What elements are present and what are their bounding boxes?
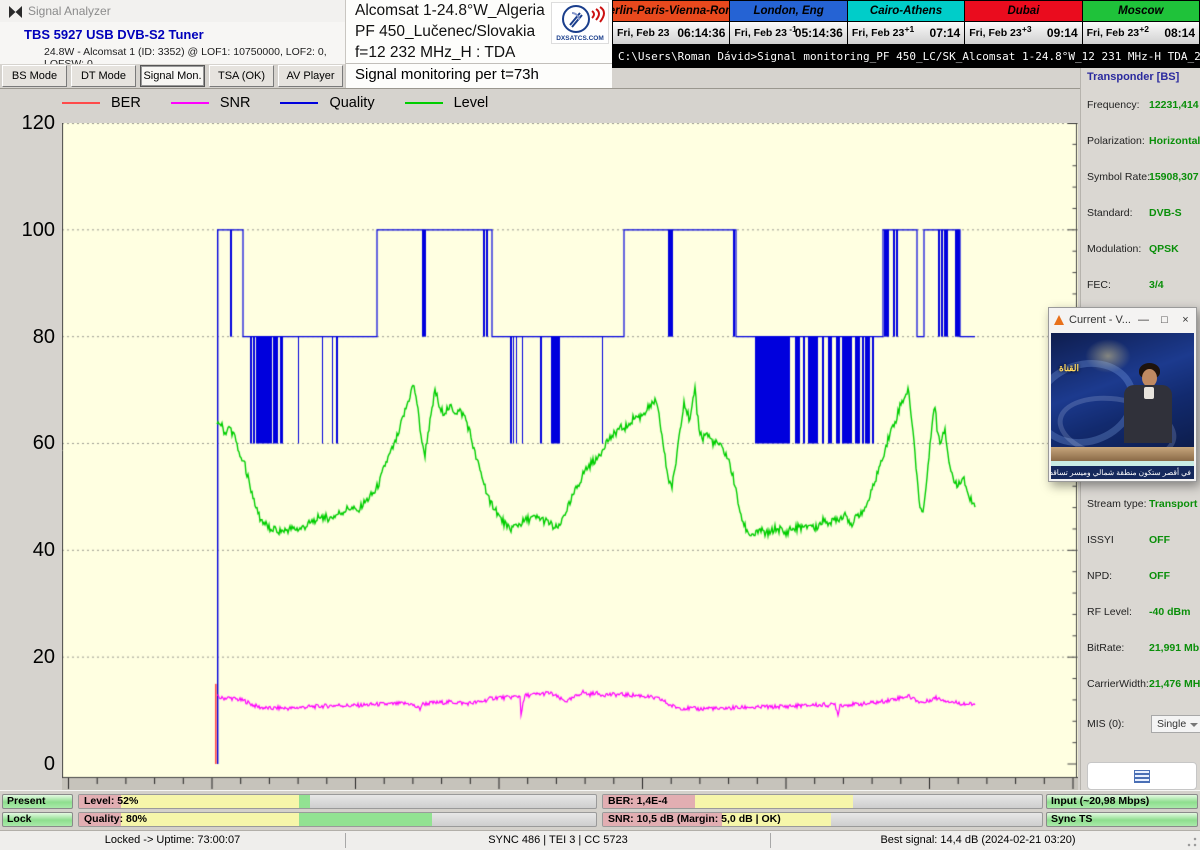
y-axis-tick-label: 120: [0, 112, 55, 135]
mis-dropdown[interactable]: Single: [1151, 715, 1200, 733]
clock-berlin: Berlin-Paris-Vienna-Roma Fri, Feb 23 06:…: [613, 1, 730, 44]
close-button[interactable]: ×: [1175, 308, 1196, 332]
field-modulation: Modulation:QPSK: [1087, 243, 1197, 257]
snr-progress-bar: SNR: 10,5 dB (Margin: 5,0 dB | OK): [602, 812, 1043, 827]
logo-text: DXSATCS.COM: [552, 35, 608, 42]
app-icon: [9, 5, 22, 23]
app-titlebar: Signal Analyzer: [0, 0, 345, 23]
uptime-status: Locked -> Uptime: 73:00:07: [0, 831, 345, 850]
tab-tsa[interactable]: TSA (OK): [209, 65, 274, 87]
clock-time-row: Fri, Feb 23 +3 09:14: [965, 22, 1081, 44]
clock-moscow: Moscow Fri, Feb 23 +2 08:14: [1083, 1, 1199, 44]
field-rf-level: RF Level:-40 dBm: [1087, 606, 1197, 620]
quality-progress-bar: Quality: 80%: [78, 812, 597, 827]
panel-bottom-button[interactable]: [1087, 762, 1197, 790]
minimize-button[interactable]: —: [1133, 308, 1154, 332]
snr-line-swatch: [171, 102, 209, 104]
resize-grip[interactable]: [1186, 836, 1198, 848]
legend-ber: BER: [62, 95, 141, 111]
chevron-down-icon: [1190, 723, 1198, 727]
clock-city: Moscow: [1083, 1, 1199, 22]
satellite-dish-icon: [552, 3, 608, 35]
signal-status-strip: Present Lock Level: 52% Quality: 80% BER…: [0, 790, 1200, 830]
legend-snr: SNR: [171, 95, 251, 111]
y-axis-tick-label: 80: [0, 326, 55, 349]
presenter-collar: [1144, 387, 1154, 399]
mode-tabs: BS Mode DT Mode Signal Mon. TSA (OK) AV …: [0, 64, 345, 88]
signal-chart-window: BER SNR Quality Level 0 20 40 60 80 100 120: [0, 88, 1080, 790]
header-divider: [346, 63, 612, 64]
tab-dt-mode[interactable]: DT Mode: [71, 65, 136, 87]
signal-plot-canvas: [62, 123, 1078, 791]
monitoring-duration: Signal monitoring per t=73h: [355, 66, 539, 83]
quality-line-swatch: [280, 102, 318, 104]
vlc-cone-icon: [1054, 315, 1064, 325]
field-stream-type: Stream type:Transport: [1087, 498, 1197, 512]
world-clocks: Berlin-Paris-Vienna-Roma Fri, Feb 23 06:…: [612, 0, 1200, 45]
clock-city: Cairo-Athens: [848, 1, 964, 22]
sync-ts-badge: Sync TS: [1046, 812, 1198, 827]
legend-quality: Quality: [280, 95, 374, 111]
maximize-button[interactable]: □: [1154, 308, 1175, 332]
studio-overlay-text: القناة: [1059, 363, 1079, 374]
vlc-titlebar[interactable]: Current - V... — □ ×: [1049, 308, 1196, 332]
tuner-name: TBS 5927 USB DVB-S2 Tuner: [0, 22, 345, 42]
ber-line-swatch: [62, 102, 100, 104]
stream-list-icon: [1134, 770, 1150, 783]
field-npd: NPD:OFF: [1087, 570, 1197, 584]
news-ticker: في أقصر ستكون منطقة شمالي وميسر تساقط ال…: [1051, 466, 1194, 479]
clock-time-row: Fri, Feb 23 +1 07:14: [848, 22, 964, 44]
window-title: Signal Analyzer: [28, 4, 111, 18]
tuner-info: TBS 5927 USB DVB-S2 Tuner 24.8W - Alcoms…: [0, 22, 345, 64]
clock-dubai: Dubai Fri, Feb 23 +3 09:14: [965, 1, 1082, 44]
panel-title: Transponder [BS]: [1087, 71, 1179, 83]
y-axis-tick-label: 40: [0, 539, 55, 562]
sync-status: SYNC 486 | TEI 3 | CC 5723: [346, 831, 770, 850]
level-line-swatch: [405, 102, 443, 104]
frequency-line: f=12 232 MHz_H : TDA: [346, 42, 612, 63]
video-frame[interactable]: القناة: [1051, 333, 1194, 461]
command-prompt-line: C:\Users\Roman Dávid>Signal monitoring_P…: [612, 45, 1200, 68]
tab-bs-mode[interactable]: BS Mode: [2, 65, 67, 87]
tab-signal-mon[interactable]: Signal Mon.: [140, 65, 205, 87]
statusbar: Locked -> Uptime: 73:00:07 SYNC 486 | TE…: [0, 830, 1200, 850]
y-axis-tick-label: 60: [0, 432, 55, 455]
field-bitrate: BitRate:21,991 Mbit/s: [1087, 642, 1197, 656]
signal-analyzer-screen: { "window": { "title": "Signal Analyzer"…: [0, 0, 1200, 850]
vlc-window-title: Current - V...: [1069, 314, 1133, 326]
clock-city: London, Eng: [730, 1, 846, 22]
clock-time-row: Fri, Feb 23 06:14:36: [613, 22, 729, 44]
legend-level: Level: [405, 95, 489, 111]
clock-london: London, Eng Fri, Feb 23 -1 05:14:36: [730, 1, 847, 44]
clock-time-row: Fri, Feb 23 +2 08:14: [1083, 22, 1199, 44]
chart-legend: BER SNR Quality Level: [62, 92, 488, 114]
tab-av-player[interactable]: AV Player: [278, 65, 343, 87]
y-axis-tick-label: 20: [0, 646, 55, 669]
vlc-player-window: Current - V... — □ × القناة في أقصر ستكو…: [1048, 307, 1197, 482]
clock-city: Berlin-Paris-Vienna-Roma: [613, 1, 729, 22]
present-badge: Present: [2, 794, 73, 809]
field-symbol-rate: Symbol Rate:15908,307 KS/s: [1087, 171, 1197, 185]
y-axis-tick-label: 0: [0, 753, 55, 776]
field-frequency: Frequency:12231,414 MHz: [1087, 99, 1197, 113]
y-axis-tick-label: 100: [0, 219, 55, 242]
ber-progress-bar: BER: 1,4E-4: [602, 794, 1043, 809]
level-progress-bar: Level: 52%: [78, 794, 597, 809]
best-signal-status: Best signal: 14,4 dB (2024-02-21 03:20): [771, 831, 1185, 850]
lock-badge: Lock: [2, 812, 73, 827]
clock-city: Dubai: [965, 1, 1081, 22]
field-fec: FEC:3/4: [1087, 279, 1197, 293]
clock-time-row: Fri, Feb 23 -1 05:14:36: [730, 22, 846, 44]
field-issyi: ISSYIOFF: [1087, 534, 1197, 548]
field-polarization: Polarization:Horizontal: [1087, 135, 1197, 149]
clock-cairo: Cairo-Athens Fri, Feb 23 +1 07:14: [848, 1, 965, 44]
studio-desk: [1051, 447, 1194, 461]
field-mis: MIS (0): Single: [1087, 718, 1197, 732]
dxsatcs-logo: DXSATCS.COM: [551, 2, 609, 44]
monitoring-header: Alcomsat 1-24.8°W_Algeria PF 450_Lučenec…: [345, 0, 612, 88]
field-carrier-width: CarrierWidth:21,476 MHz: [1087, 678, 1197, 692]
field-standard: Standard:DVB-S: [1087, 207, 1197, 221]
input-rate-badge: Input (~20,98 Mbps): [1046, 794, 1198, 809]
